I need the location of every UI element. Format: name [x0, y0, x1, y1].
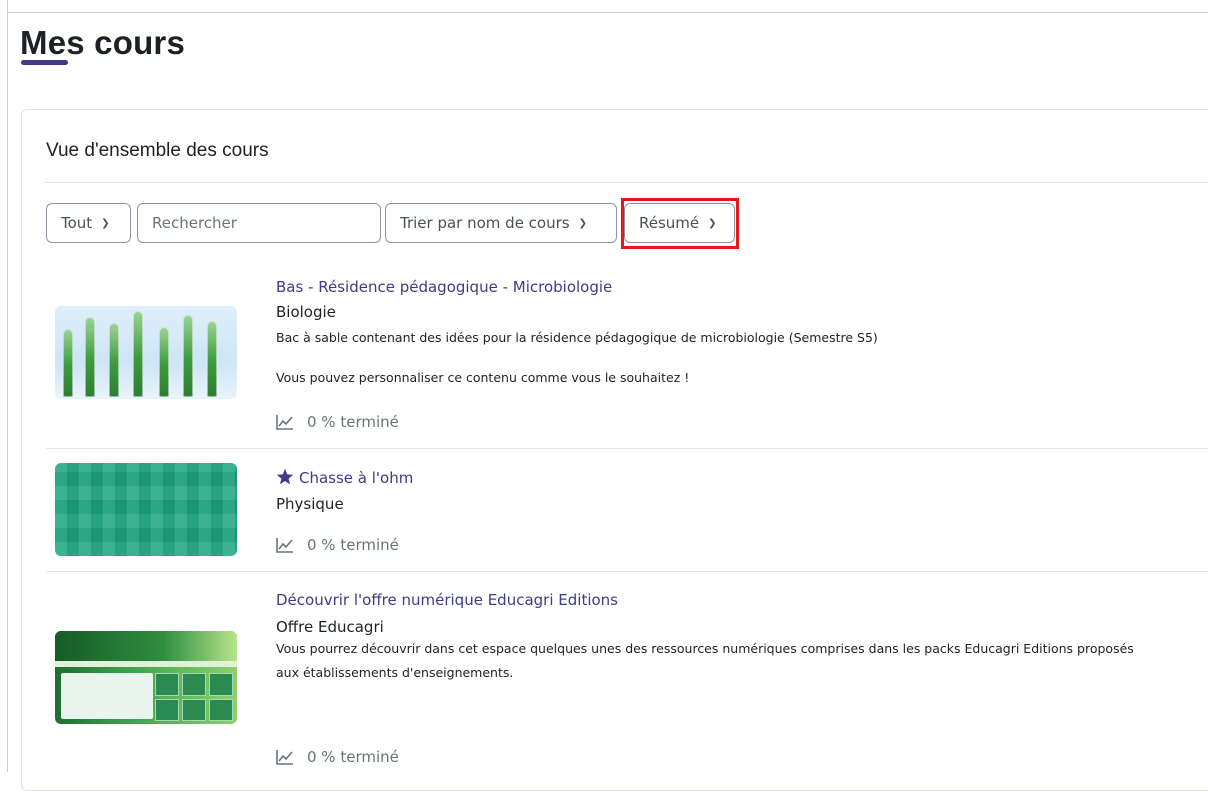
chevron-down-icon: ❯ [578, 217, 587, 229]
course-link-ohm[interactable]: Chasse à l'ohm [276, 468, 413, 487]
sort-label: Trier par nom de cours [400, 214, 570, 232]
search-input[interactable] [138, 204, 380, 242]
grouping-dropdown[interactable]: Tout ❯ [46, 203, 131, 243]
course-category: Offre Educagri [276, 618, 384, 636]
course-link-microbiologie[interactable]: Bas - Résidence pédagogique - Microbiolo… [276, 278, 612, 296]
search-box[interactable] [137, 203, 381, 243]
chart-line-icon [276, 415, 293, 430]
chart-line-icon [276, 750, 293, 765]
progress-text: 0 % terminé [307, 413, 399, 431]
course-image-ohm[interactable] [55, 463, 237, 556]
page-title-underline [21, 60, 68, 65]
course-progress: 0 % terminé [276, 413, 399, 431]
window-border-left [7, 0, 8, 772]
card-divider [44, 182, 1208, 183]
chart-line-icon [276, 538, 293, 553]
progress-text: 0 % terminé [307, 536, 399, 554]
course-progress: 0 % terminé [276, 536, 399, 554]
grouping-label: Tout [61, 214, 93, 232]
sort-dropdown[interactable]: Trier par nom de cours ❯ [385, 203, 617, 243]
course-progress: 0 % terminé [276, 748, 399, 766]
progress-text: 0 % terminé [307, 748, 399, 766]
chevron-down-icon: ❯ [101, 217, 110, 229]
course-image-microbiologie[interactable] [55, 306, 237, 399]
course-summary-line: Bac à sable contenant des idées pour la … [276, 330, 878, 345]
course-summary-line: aux établissements d'enseignements. [276, 665, 514, 680]
row-divider [46, 448, 1208, 449]
course-category: Biologie [276, 303, 336, 321]
star-icon[interactable] [276, 468, 294, 485]
course-category: Physique [276, 495, 344, 513]
row-divider [46, 571, 1208, 572]
course-summary-line: Vous pouvez personnaliser ce contenu com… [276, 370, 690, 385]
course-name: Chasse à l'ohm [299, 469, 414, 487]
course-summary-line: Vous pourrez découvrir dans cet espace q… [276, 641, 1134, 656]
window-border-top [7, 12, 1208, 13]
course-overview-title: Vue d'ensemble des cours [46, 140, 269, 161]
highlight-box [621, 198, 739, 249]
page-title: Mes cours [20, 24, 186, 61]
course-image-educagri[interactable] [55, 631, 237, 724]
course-link-educagri[interactable]: Découvrir l'offre numérique Educagri Edi… [276, 591, 618, 609]
